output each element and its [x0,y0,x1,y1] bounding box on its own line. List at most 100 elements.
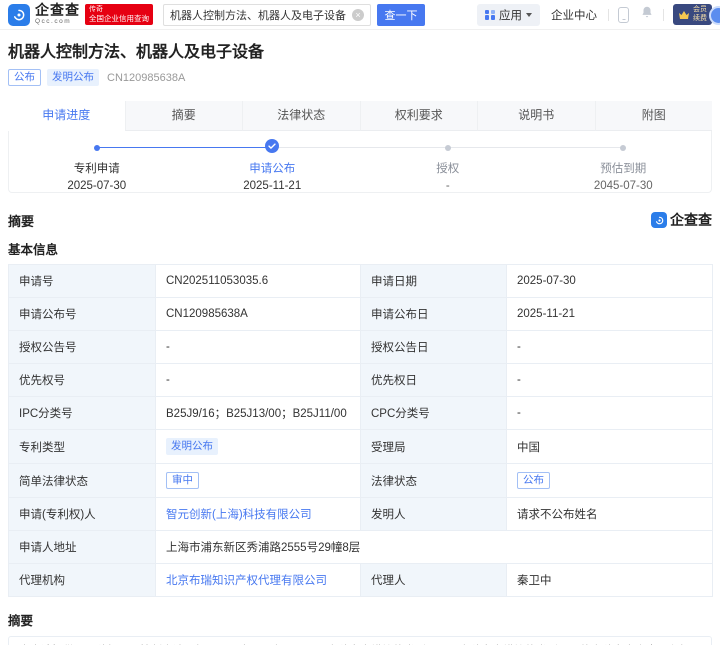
field-label: IPC分类号 [9,397,156,430]
table-row: 优先权号-优先权日- [9,364,713,397]
section-title-summary: 摘要 [8,211,34,230]
field-value: 公布 [507,464,713,498]
timeline-step-date: - [360,180,536,192]
tab-abstract[interactable]: 摘要 [125,101,243,131]
enterprise-center-link[interactable]: 企业中心 [551,7,597,23]
timeline-step-date: 2025-07-30 [9,180,185,192]
tab-drawings[interactable]: 附图 [595,101,713,131]
field-value: - [507,397,713,430]
timeline-step-label: 预估到期 [536,160,712,176]
timeline-step: 申请公布2025-11-21 [185,141,361,192]
divider [663,9,664,21]
step-dot-icon [620,145,626,151]
timeline-step: 预估到期 2045-07-30 [536,141,712,192]
timeline-step-label: 申请公布 [185,160,361,176]
timeline-step-label: 专利申请 [9,160,185,176]
page-title: 机器人控制方法、机器人及电子设备 [8,38,712,62]
divider [608,9,609,21]
grid-icon [485,10,495,20]
field-label: 受理局 [361,430,507,464]
field-label: CPC分类号 [361,397,507,430]
clear-icon[interactable]: × [352,9,364,21]
field-value: 中国 [507,430,713,464]
tab-bar: 申请进度摘要法律状态权利要求说明书附图 [8,101,712,131]
field-label: 申请公布日 [361,298,507,331]
crown-icon [678,10,690,20]
search-input[interactable]: 机器人控制方法、机器人及电子设备 × [163,4,371,26]
field-label: 申请人地址 [9,531,156,564]
apps-label: 应用 [499,7,522,23]
qcc-watermark-text: 企查查 [670,210,712,230]
search-value: 机器人控制方法、机器人及电子设备 [170,7,352,23]
field-label: 申请公布号 [9,298,156,331]
step-dot-icon [94,145,100,151]
field-value: 智元创新(上海)科技有限公司 [156,498,361,531]
publication-number: CN120985638A [107,72,185,84]
tab-description[interactable]: 说明书 [477,101,595,131]
mobile-icon[interactable] [618,7,629,23]
apps-menu-button[interactable]: 应用 [477,4,540,26]
table-row: 申请(专利权)人智元创新(上海)科技有限公司发明人请求不公布姓名 [9,498,713,531]
field-value: - [156,364,361,397]
vip-renew-button[interactable]: 会员 续费 [673,4,712,25]
field-value: B25J9/16；B25J13/00；B25J11/00 [156,397,361,430]
field-label: 简单法律状态 [9,464,156,498]
field-label: 代理机构 [9,564,156,597]
step-dot-icon [445,145,451,151]
brand-slogan-badge: 传奇 全国企业信用查询 [85,4,153,25]
table-row: 代理机构北京布瑞知识产权代理有限公司 代理人秦卫中 [9,564,713,597]
entity-link[interactable]: 北京布瑞知识产权代理有限公司 [166,575,327,587]
field-label: 发明人 [361,498,507,531]
tab-legal-status[interactable]: 法律状态 [242,101,360,131]
field-label: 申请号 [9,265,156,298]
field-label: 申请日期 [361,265,507,298]
field-value: 上海市浦东新区秀浦路2555号29幢8层 [156,531,713,564]
status-tag: 公布 [8,69,41,86]
field-value: 发明公布 [156,430,361,464]
slogan-top: 传奇 [89,6,149,14]
top-header: 企查查 Qcc.com 传奇 全国企业信用查询 机器人控制方法、机器人及电子设备… [0,0,720,30]
search-button[interactable]: 查一下 [377,4,425,26]
field-value: 2025-07-30 [507,265,713,298]
table-row: 申请人地址上海市浦东新区秀浦路2555号29幢8层 [9,531,713,564]
field-label: 代理人 [361,564,507,597]
chevron-down-icon [526,13,532,17]
type-tag: 发明公布 [47,69,99,86]
bell-icon[interactable] [640,5,654,24]
field-label: 授权公告号 [9,331,156,364]
qcc-watermark-icon [651,212,667,228]
entity-link[interactable]: 智元创新(上海)科技有限公司 [166,509,312,521]
field-label: 法律状态 [361,464,507,498]
field-label: 专利类型 [9,430,156,464]
table-row: 申请号CN202511053035.6申请日期2025-07-30 [9,265,713,298]
page-body: 机器人控制方法、机器人及电子设备 公布 发明公布 CN120985638A 申请… [0,38,720,645]
qcc-logo-icon[interactable] [8,4,30,26]
table-row: 申请公布号CN120985638A申请公布日2025-11-21 [9,298,713,331]
timeline-step-date: 2045-07-30 [536,180,712,192]
field-value: - [156,331,361,364]
application-progress-timeline: 专利申请 2025-07-30申请公布2025-11-21授权 -预估到期 2045-… [8,131,712,193]
slogan-bottom: 全国企业信用查询 [89,14,149,23]
field-value: 请求不公布姓名 [507,498,713,531]
field-value: 2025-11-21 [507,298,713,331]
basic-info-heading: 基本信息 [8,239,712,258]
abstract-text: 本申请提供了一种机器人控制方法、机器人及电子设备，预设了多种充电模块的类型以及与… [8,636,712,645]
field-value: 审中 [156,464,361,498]
brand-domain: Qcc.com [35,19,80,26]
table-row: 专利类型发明公布 受理局中国 [9,430,713,464]
timeline-step: 授权 - [360,141,536,192]
table-row: 授权公告号-授权公告日- [9,331,713,364]
brand-block[interactable]: 企查查 Qcc.com [35,3,80,26]
tab-claims[interactable]: 权利要求 [360,101,478,131]
tab-progress[interactable]: 申请进度 [8,101,125,131]
timeline-step-label: 授权 [360,160,536,176]
table-row: 简单法律状态审中 法律状态公布 [9,464,713,498]
abstract-heading: 摘要 [8,610,712,629]
status-tag: 发明公布 [166,438,218,455]
qcc-watermark: 企查查 [651,210,712,230]
patent-tag-row: 公布 发明公布 CN120985638A [8,69,712,86]
field-value: 秦卫中 [507,564,713,597]
table-row: IPC分类号B25J9/16；B25J13/00；B25J11/00CPC分类号… [9,397,713,430]
status-tag: 审中 [166,472,199,489]
timeline-steps: 专利申请 2025-07-30申请公布2025-11-21授权 -预估到期 2045-… [9,141,711,192]
